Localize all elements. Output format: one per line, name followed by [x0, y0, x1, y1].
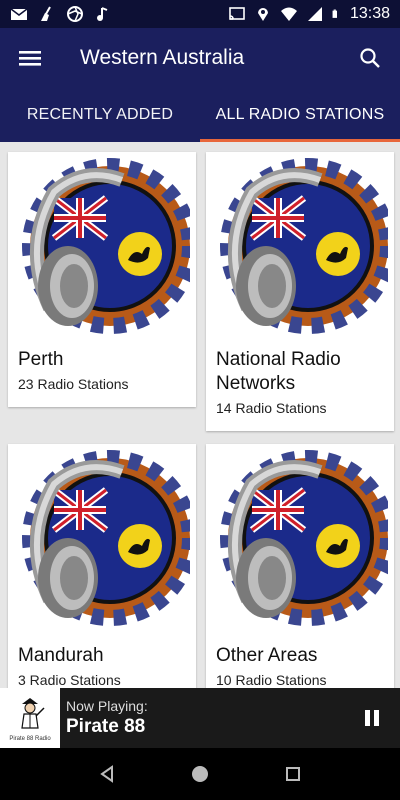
category-card-mandurah[interactable]: Mandurah 3 Radio Stations: [8, 444, 196, 688]
category-grid: Perth 23 Radio Stations National Radio N…: [0, 142, 400, 688]
now-playing-station: Pirate 88: [66, 716, 146, 737]
tab-label: ALL RADIO STATIONS: [215, 106, 385, 123]
status-bar: 13:38: [0, 0, 400, 28]
now-playing-bar[interactable]: Pirate 88 Radio Now Playing: Pirate 88: [0, 688, 400, 748]
recents-button[interactable]: [273, 754, 313, 794]
page-title: Western Australia: [80, 46, 245, 69]
hamburger-menu-icon: [19, 51, 41, 66]
clock: 13:38: [349, 5, 390, 22]
back-button[interactable]: [87, 754, 127, 794]
notification-icons: [10, 6, 112, 22]
wifi-icon: [280, 7, 297, 21]
category-count: 3 Radio Stations: [18, 672, 121, 688]
home-button[interactable]: [180, 754, 220, 794]
category-art: [8, 444, 196, 632]
category-art: [8, 152, 196, 340]
back-icon: [99, 765, 113, 783]
aperture-icon: [67, 6, 83, 22]
category-name: Perth: [18, 349, 64, 370]
category-card-other-areas[interactable]: Other Areas 10 Radio Stations: [206, 444, 394, 688]
search-icon: [360, 48, 380, 68]
category-count: 23 Radio Stations: [18, 376, 129, 392]
system-nav-bar: [0, 748, 400, 800]
now-playing-label: Now Playing:: [66, 698, 148, 714]
tab-label: RECENTLY ADDED: [26, 106, 174, 123]
broom-icon: [41, 6, 51, 21]
pause-icon: [365, 710, 379, 726]
category-art: [206, 444, 394, 632]
radio-headphones-flag-icon: [22, 450, 190, 626]
now-playing-text: Now Playing: Pirate 88: [66, 698, 148, 738]
tab-recently-added[interactable]: RECENTLY ADDED: [0, 88, 200, 142]
music-note-icon: [97, 7, 108, 21]
category-name: Other Areas: [216, 645, 318, 666]
recents-icon: [286, 767, 301, 781]
category-name: National Radio Networks: [216, 349, 341, 394]
location-icon: [257, 8, 268, 21]
signal-icon: [307, 7, 322, 21]
station-thumbnail: Pirate 88 Radio: [0, 688, 60, 748]
radio-headphones-flag-icon: [220, 450, 388, 626]
thumbnail-caption: Pirate 88 Radio: [9, 736, 51, 742]
tab-all-radio-stations[interactable]: ALL RADIO STATIONS: [200, 88, 400, 142]
pause-button[interactable]: [344, 688, 400, 748]
home-icon: [191, 766, 208, 782]
category-art: [206, 152, 394, 340]
radio-headphones-flag-icon: [220, 158, 388, 334]
search-button[interactable]: [340, 28, 400, 88]
hamburger-menu-button[interactable]: [0, 28, 60, 88]
battery-icon: [332, 9, 337, 18]
category-count: 10 Radio Stations: [216, 672, 327, 688]
category-card-national-radio-networks[interactable]: National Radio Networks 14 Radio Station…: [206, 152, 394, 431]
category-card-perth[interactable]: Perth 23 Radio Stations: [8, 152, 196, 407]
tab-bar: RECENTLY ADDED ALL RADIO STATIONS: [0, 88, 400, 142]
system-icons: 13:38: [228, 5, 390, 23]
category-count: 14 Radio Stations: [216, 400, 327, 416]
pirate-logo-icon: [21, 698, 45, 729]
radio-headphones-flag-icon: [22, 158, 190, 334]
app-bar: Western Australia: [0, 28, 400, 88]
email-icon: [10, 8, 28, 20]
cast-icon: [229, 7, 245, 20]
category-name: Mandurah: [18, 645, 104, 666]
